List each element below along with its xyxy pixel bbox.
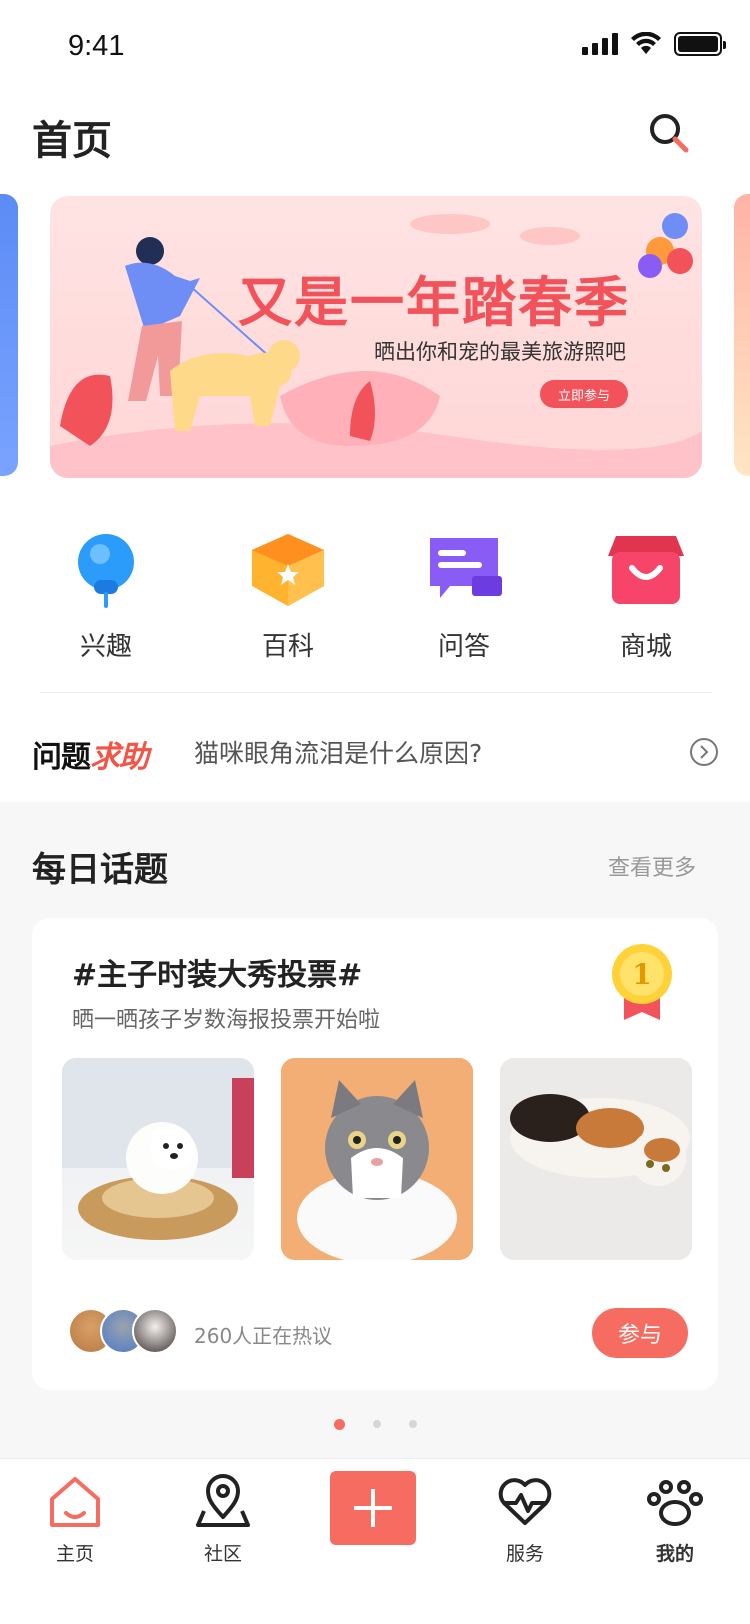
promo-banner[interactable]: 又是一年踏春季 晒出你和宠的最美旅游照吧 立即参与 (50, 196, 702, 478)
paw-icon (647, 1480, 703, 1526)
quick-nav-label: 百科 (261, 632, 314, 662)
qa-question-link[interactable]: 猫咪眼角流泪是什么原因? (194, 734, 482, 770)
pager-dot[interactable] (408, 1420, 417, 1428)
tab-community[interactable]: 社区 (168, 1473, 278, 1566)
tab-label: 服务 (505, 1543, 544, 1565)
participant-avatars (68, 1308, 180, 1358)
photo-pomeranian[interactable] (62, 1058, 254, 1260)
chevron-right-icon[interactable] (690, 738, 718, 766)
topic-card[interactable]: #主子时装大秀投票# 晒一晒孩子岁数海报投票开始啦 1 260人正在热议 参与 (32, 918, 718, 1390)
carousel-pager (0, 1418, 750, 1430)
qa-brand-logo: 问题求助 (32, 732, 149, 776)
cat-photo-image (281, 1058, 473, 1260)
pager-dot[interactable] (372, 1420, 381, 1428)
status-icons (582, 32, 726, 56)
daily-topics-section: 每日话题 查看更多 #主子时装大秀投票# 晒一晒孩子岁数海报投票开始啦 1 26… (0, 802, 750, 1458)
discussion-count: 260人正在热议 (194, 1324, 333, 1348)
home-icon (50, 1477, 100, 1527)
cellular-signal-icon (582, 33, 618, 55)
search-icon[interactable] (646, 110, 692, 156)
divider (40, 692, 712, 693)
tab-home[interactable]: 主页 (20, 1473, 130, 1566)
topic-footer: 260人正在热议 参与 (68, 1308, 688, 1358)
header: 首页 (0, 96, 750, 176)
quick-nav-label: 问答 (437, 632, 490, 662)
interest-balloon-icon (78, 534, 134, 608)
qa-brand-dark: 问题 (32, 740, 91, 775)
create-post-button[interactable] (330, 1471, 416, 1545)
join-button[interactable]: 参与 (592, 1308, 688, 1358)
banner-next-peek[interactable] (734, 194, 750, 476)
topic-subtitle: 晒一晒孩子岁数海报投票开始啦 (72, 1008, 381, 1033)
dog-photo-image (62, 1058, 254, 1240)
heart-pulse-icon (498, 1478, 552, 1525)
quick-nav-encyclopedia[interactable]: 百科 (228, 530, 348, 663)
shop-store-icon (608, 536, 684, 604)
status-bar: 9:41 (0, 0, 750, 88)
tab-mine[interactable]: 我的 (620, 1473, 730, 1566)
location-pin-icon (196, 1474, 250, 1527)
photo-calico-cat[interactable] (500, 1058, 692, 1260)
tab-label: 社区 (203, 1543, 242, 1565)
quick-nav-qa[interactable]: 问答 (404, 530, 524, 663)
avatar (132, 1308, 178, 1354)
qa-brand-red: 求助 (90, 740, 149, 775)
qa-chat-icon (430, 538, 502, 598)
quick-nav: 兴趣 百科 问答 商城 (0, 530, 750, 670)
battery-icon (674, 32, 726, 56)
pager-dot-active[interactable] (333, 1418, 345, 1430)
quick-nav-interest[interactable]: 兴趣 (46, 530, 166, 663)
quick-nav-shop[interactable]: 商城 (586, 530, 706, 663)
topic-photos (62, 1058, 692, 1260)
status-time: 9:41 (68, 30, 125, 62)
quick-nav-label: 商城 (619, 632, 672, 662)
banner-title: 又是一年踏春季 (238, 271, 630, 334)
wifi-icon (631, 32, 661, 54)
photo-british-cat[interactable] (281, 1058, 473, 1260)
banner-join-button[interactable]: 立即参与 (540, 380, 628, 408)
medal-number: 1 (632, 958, 651, 991)
tab-service[interactable]: 服务 (470, 1473, 580, 1566)
banner-subtitle: 晒出你和宠的最美旅游照吧 (374, 340, 626, 364)
tab-label: 我的 (655, 1543, 694, 1565)
tab-label: 主页 (55, 1543, 94, 1565)
quick-nav-label: 兴趣 (79, 632, 132, 662)
banner-prev-peek[interactable] (0, 194, 18, 476)
view-more-link[interactable]: 查看更多 (608, 850, 696, 882)
section-title: 每日话题 (32, 850, 168, 890)
encyclopedia-box-icon (252, 534, 324, 606)
page-title: 首页 (32, 118, 112, 164)
bottom-tab-bar: 主页 社区 服务 我的 (0, 1458, 750, 1624)
plus-icon (354, 1489, 392, 1527)
calico-photo-image (500, 1058, 692, 1260)
medal-icon: 1 (612, 944, 672, 1020)
topic-title: #主子时装大秀投票# (72, 958, 363, 993)
qa-help-row[interactable]: 问题求助 猫咪眼角流泪是什么原因? (0, 720, 750, 784)
